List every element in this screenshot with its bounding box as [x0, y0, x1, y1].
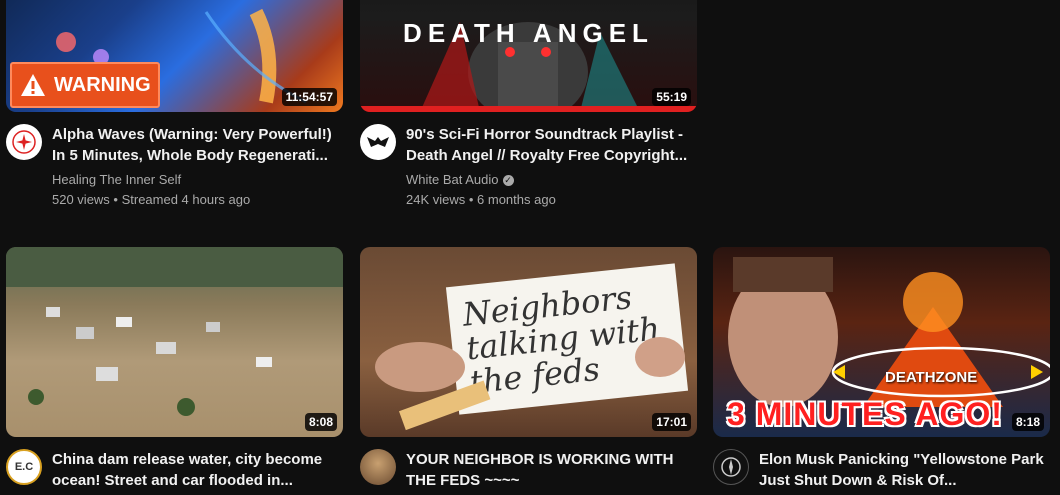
deathzone-label: DEATHZONE — [885, 369, 978, 386]
bat-icon — [367, 137, 389, 147]
cyborg-illustration — [360, 22, 697, 112]
lotus-icon — [12, 130, 36, 154]
warning-label: WARNING — [54, 73, 151, 96]
compass-icon — [721, 457, 741, 477]
video-card[interactable]: WARNING 11:54:57 Alpha Waves (Warning: V… — [6, 0, 343, 210]
channel-avatar[interactable]: E.C — [6, 449, 42, 485]
video-card[interactable]: Neighbors talking with the feds 17:01 YO… — [360, 247, 697, 495]
video-duration: 8:08 — [304, 413, 337, 431]
video-card[interactable]: 8:08 E.C China dam release water, city b… — [6, 247, 343, 495]
video-duration: 11:54:57 — [281, 88, 337, 106]
channel-avatar-initials: E.C — [14, 461, 34, 473]
channel-avatar[interactable] — [360, 449, 396, 485]
warning-triangle-icon — [21, 74, 45, 96]
hand-illustration — [375, 337, 685, 431]
video-stats: 520 views • Streamed 4 hours ago — [52, 192, 251, 207]
video-thumbnail[interactable]: DEATHZONE 3 MINUTES AGO! 8:18 — [713, 247, 1050, 437]
video-title[interactable]: China dam release water, city become oce… — [52, 449, 343, 491]
warning-banner: WARNING — [10, 62, 160, 108]
verified-badge-icon: ✓ — [502, 175, 514, 187]
thumbnail-title-overlay: DEATH ANGEL — [403, 18, 654, 48]
channel-name[interactable]: White Bat Audio ✓ — [406, 170, 697, 190]
video-duration: 8:18 — [1011, 413, 1044, 431]
flood-aerial-illustration — [6, 247, 343, 416]
video-card[interactable]: DEATHZONE 3 MINUTES AGO! 8:18 Elon Musk … — [713, 247, 1050, 495]
video-thumbnail[interactable]: Neighbors talking with the feds 17:01 — [360, 247, 697, 437]
video-stats: 24K views • 6 months ago — [406, 192, 556, 207]
video-title[interactable]: 90's Sci-Fi Horror Soundtrack Playlist -… — [406, 124, 697, 166]
channel-name-text[interactable]: White Bat Audio — [406, 172, 499, 187]
channel-name[interactable]: Healing The Inner Self — [52, 170, 343, 190]
video-title[interactable]: YOUR NEIGHBOR IS WORKING WITH THE FEDS ~… — [406, 449, 697, 491]
channel-avatar[interactable] — [360, 124, 396, 160]
channel-avatar[interactable] — [6, 124, 42, 160]
video-card[interactable]: DEATH ANGEL 55:19 90's Sci-Fi Horror Sou… — [360, 0, 697, 210]
video-thumbnail[interactable]: 8:08 — [6, 247, 343, 437]
video-duration: 55:19 — [652, 88, 691, 106]
video-title[interactable]: Alpha Waves (Warning: Very Powerful!) In… — [52, 124, 343, 166]
alert-overlay: 3 MINUTES AGO! — [727, 396, 1003, 432]
video-thumbnail[interactable]: DEATH ANGEL 55:19 — [360, 0, 697, 112]
video-duration: 17:01 — [652, 413, 691, 431]
channel-avatar[interactable] — [713, 449, 749, 485]
video-title[interactable]: Elon Musk Panicking "Yellowstone Park Ju… — [759, 449, 1050, 491]
video-thumbnail[interactable]: WARNING 11:54:57 — [6, 0, 343, 112]
